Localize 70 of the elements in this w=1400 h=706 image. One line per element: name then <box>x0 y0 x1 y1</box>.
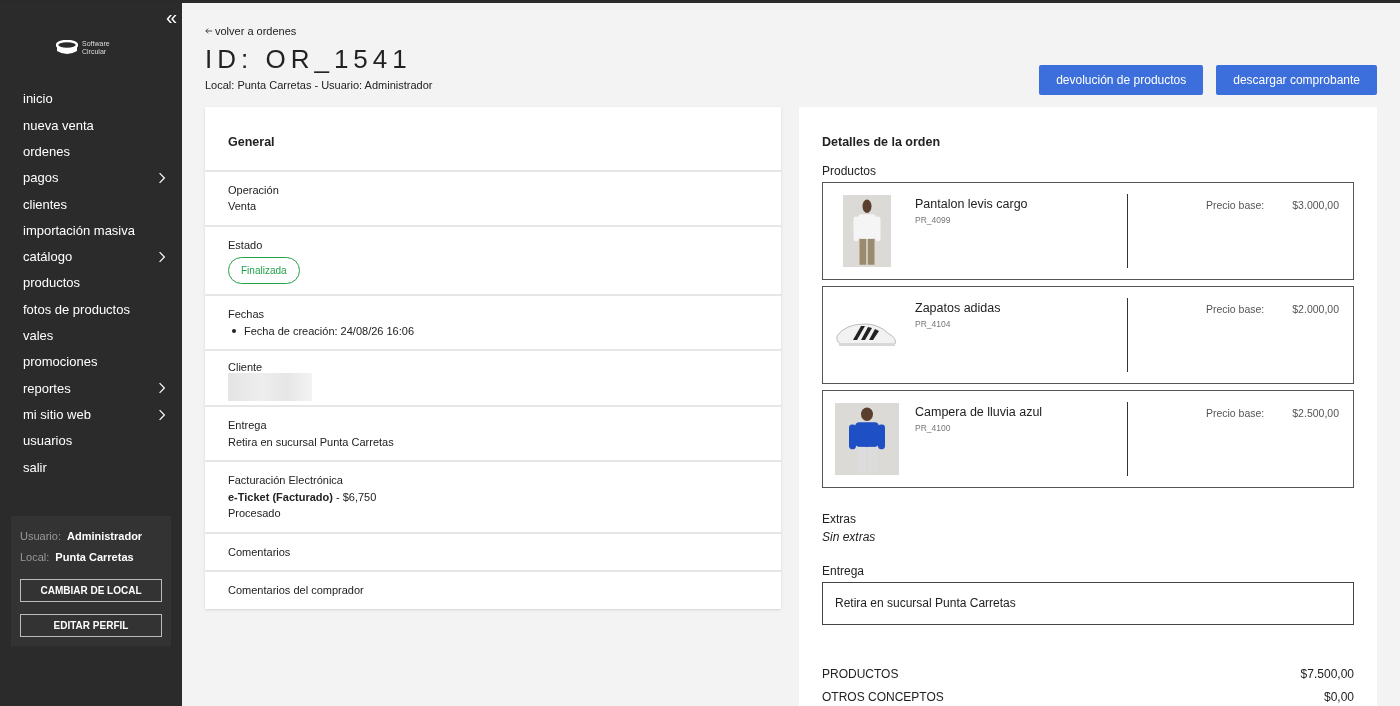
nav-item[interactable]: mi sitio web <box>0 401 182 428</box>
card-title: Detalles de la orden <box>822 134 942 151</box>
bullet-icon <box>232 329 236 333</box>
total-label: PRODUCTOS <box>822 665 899 683</box>
info-label: Usuario: <box>20 528 61 544</box>
action-button[interactable]: descargar comprobante <box>1216 65 1377 95</box>
nav-item[interactable]: inicio <box>0 86 182 113</box>
section-label: Facturación Electrónica <box>228 473 344 489</box>
section-value: e-Ticket (Facturado) - $6,750 <box>228 489 378 505</box>
section-label: Operación <box>228 182 280 198</box>
product-name: Zapatos adidas <box>915 299 1002 317</box>
arrow-left-icon <box>205 27 213 36</box>
info-label: Local: <box>20 549 50 565</box>
nav-item[interactable]: vales <box>0 322 182 349</box>
price-label: Precio base: <box>1205 301 1265 317</box>
nav-item[interactable]: clientes <box>0 191 182 218</box>
nav-item[interactable]: usuarios <box>0 427 182 455</box>
nav-item[interactable]: promociones <box>0 348 182 376</box>
price-value: $3.000,00 <box>1292 197 1339 213</box>
section-label: Cliente <box>228 361 264 374</box>
section-value: Retira en sucursal Punta Carretas <box>228 434 395 450</box>
delivery-box: Retira en sucursal Punta Carretas <box>822 581 1354 625</box>
nav-item[interactable]: reportes <box>0 375 182 402</box>
nav-item[interactable]: pagos <box>0 164 182 192</box>
price-label: Precio base: <box>1205 197 1265 213</box>
extras-value: Sin extras <box>822 528 877 546</box>
product-code: PR_4100 <box>915 421 952 435</box>
outline-button[interactable]: CAMBIAR DE LOCAL <box>20 579 162 603</box>
nav-item[interactable]: importación masiva <box>0 217 182 244</box>
product-name: Pantalon levis cargo <box>915 195 1029 213</box>
section-value: Venta <box>228 199 258 215</box>
total-value: $7.500,00 <box>1300 665 1354 683</box>
section-label: Entrega <box>228 418 268 434</box>
nav-item[interactable]: salir <box>0 454 182 481</box>
chevron-right-icon <box>158 250 166 263</box>
logo-icon <box>56 40 78 56</box>
product-name: Campera de lluvia azul <box>915 403 1044 421</box>
collapse-button[interactable]: « <box>165 7 177 27</box>
nav-item[interactable]: productos <box>0 270 182 297</box>
price-value: $2.000,00 <box>1292 301 1339 317</box>
chevron-right-icon <box>158 382 166 395</box>
info-value: Administrador <box>66 528 143 544</box>
product-code: PR_4099 <box>915 213 952 227</box>
back-link[interactable]: volver a ordenes <box>205 23 433 40</box>
price-value: $2.500,00 <box>1292 405 1339 421</box>
section-label: Comentarios del comprador <box>228 583 365 599</box>
outline-button[interactable]: EDITAR PERFIL <box>20 614 162 638</box>
action-button[interactable]: devolución de productos <box>1039 65 1204 95</box>
total-value: $0,00 <box>1323 688 1354 706</box>
section-label: Estado <box>228 237 264 253</box>
chevron-right-icon <box>158 408 166 421</box>
section-value: Procesado <box>228 506 282 522</box>
order-title: ID: OR_1541 <box>205 42 413 76</box>
total-label: OTROS CONCEPTOS <box>822 688 944 706</box>
nav-item[interactable]: nueva venta <box>0 112 182 139</box>
section-label: Productos <box>822 162 878 180</box>
chevron-right-icon <box>158 172 166 185</box>
product-code: PR_4104 <box>915 317 952 331</box>
section-label: Fechas <box>228 307 266 323</box>
section-label: Entrega <box>822 562 866 580</box>
section-label: Extras <box>822 510 857 528</box>
nav-item[interactable]: catálogo <box>0 243 182 271</box>
nav-item[interactable]: fotos de productos <box>0 296 182 323</box>
price-label: Precio base: <box>1205 405 1265 421</box>
nav-item[interactable]: ordenes <box>0 138 182 165</box>
date-text: Fecha de creación: 24/08/26 16:06 <box>244 323 414 339</box>
section-label: Comentarios <box>228 544 292 560</box>
card-title: General <box>227 134 276 151</box>
order-subtitle: Local: Punta Carretas - Usuario: Administrador <box>205 77 433 93</box>
info-value: Punta Carretas <box>55 549 134 565</box>
